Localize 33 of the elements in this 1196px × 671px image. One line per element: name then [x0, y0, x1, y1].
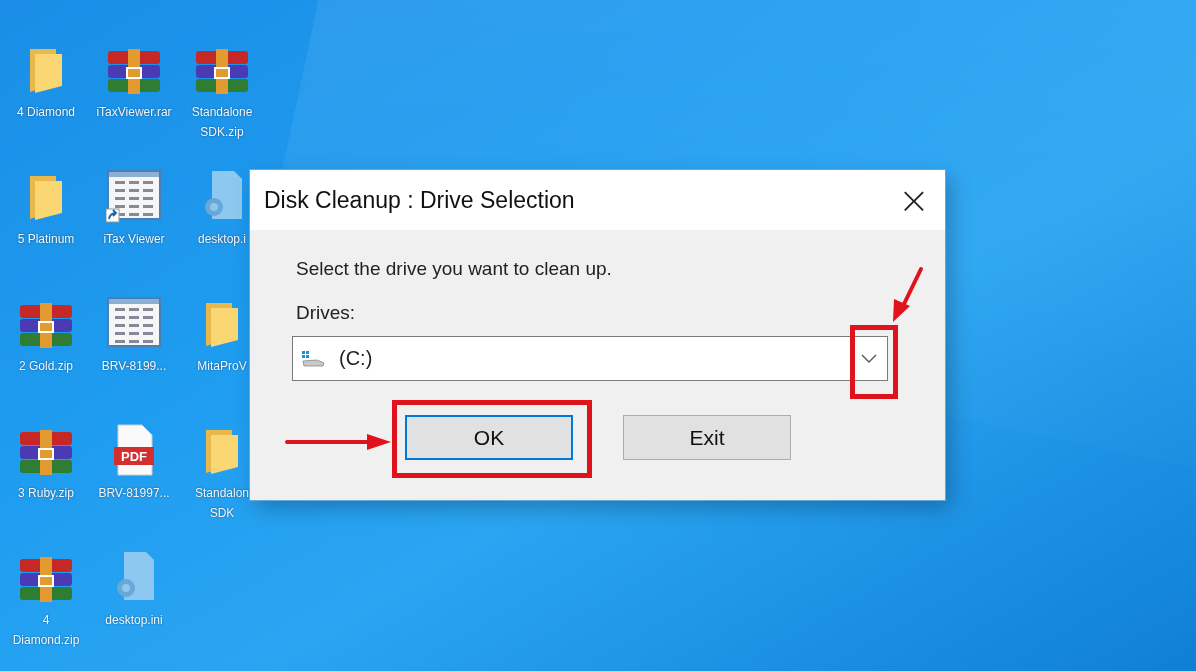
desktop-icon[interactable]: BRV-8199...	[90, 292, 178, 419]
archive-icon	[18, 556, 74, 604]
prompt-text: Select the drive you want to clean up.	[296, 258, 613, 280]
desktop-icon[interactable]: iTax Viewer	[90, 165, 178, 292]
desktop-icon[interactable]: 4 Diamond.zip	[2, 546, 90, 671]
drive-value: (C:)	[339, 347, 374, 370]
desktop-icon[interactable]: iTaxViewer.rar	[90, 38, 178, 165]
desktop-icon[interactable]: MitaProV	[178, 292, 266, 419]
archive-icon	[18, 302, 74, 350]
archive-icon	[194, 48, 250, 96]
desktop-icon[interactable]: 5 Platinum	[2, 165, 90, 292]
desktop-icon[interactable]: desktop.ini	[90, 546, 178, 671]
window-title: Disk Cleanup : Drive Selection	[264, 186, 575, 214]
desktop-icon[interactable]: Standalon SDK	[178, 419, 266, 546]
arrow-icon	[285, 432, 393, 452]
archive-icon	[18, 429, 74, 477]
drive-dropdown[interactable]: (C:)	[292, 336, 888, 381]
close-button[interactable]: ×	[883, 170, 945, 230]
desktop-icon[interactable]: 3 Ruby.zip	[2, 419, 90, 546]
desktop-icon[interactable]: desktop.i	[178, 165, 266, 292]
exit-button[interactable]: Exit	[623, 415, 791, 460]
desktop-icon[interactable]: PDF BRV-81997...	[90, 419, 178, 546]
chevron-down-icon	[861, 353, 877, 364]
desktop-icon[interactable]: Standalone SDK.zip	[178, 38, 266, 165]
spreadsheet-icon	[106, 296, 162, 350]
spreadsheet-icon	[106, 169, 162, 223]
ok-button[interactable]: OK	[405, 415, 573, 460]
arrow-icon	[890, 266, 924, 324]
desktop-icon[interactable]: 4 Diamond	[2, 38, 90, 165]
drives-label: Drives:	[296, 302, 357, 324]
drive-icon	[301, 349, 325, 368]
desktop-icon[interactable]: 2 Gold.zip	[2, 292, 90, 419]
archive-icon	[106, 48, 162, 96]
